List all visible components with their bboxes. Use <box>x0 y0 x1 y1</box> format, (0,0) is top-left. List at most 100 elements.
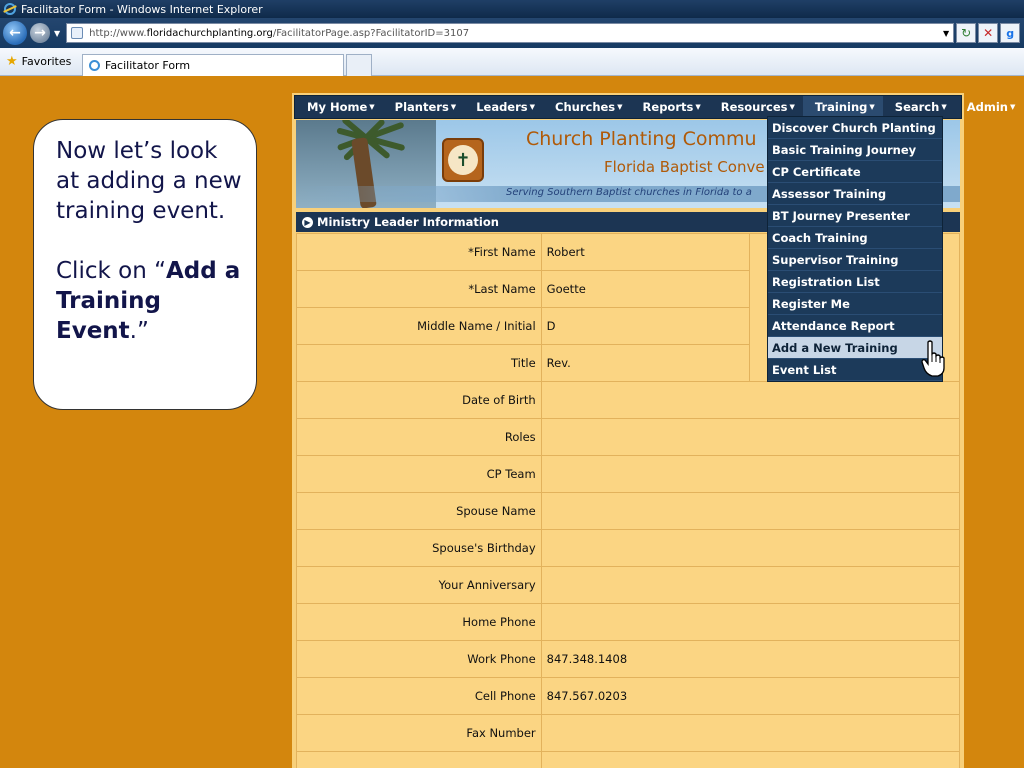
menu-resources[interactable]: Resources ▼ <box>709 96 803 118</box>
form-row: Roles <box>296 418 961 456</box>
form-row: Spouse's Birthday <box>296 529 961 567</box>
form-row: Work Phone 847.348.1408 <box>296 640 961 678</box>
banner-subtitle: Florida Baptist Conve <box>604 158 765 176</box>
form-row: Home Phone <box>296 603 961 641</box>
field-label: Title <box>296 344 542 382</box>
tab-ie-icon <box>89 59 100 71</box>
field-value <box>540 566 961 604</box>
field-label: *First Name <box>296 233 542 271</box>
training-menu-item[interactable]: Basic Training Journey <box>768 139 942 161</box>
url-path: /FacilitatorPage.asp?FacilitatorID=3107 <box>272 27 470 39</box>
address-bar: ← → ▼ http://www. floridachurchplanting.o… <box>0 18 1024 48</box>
caret-icon: ▼ <box>450 103 457 111</box>
menu-reports[interactable]: Reports ▼ <box>631 96 709 118</box>
menu-search[interactable]: Search ▼ <box>883 96 955 118</box>
training-menu-item[interactable]: Assessor Training <box>768 183 942 205</box>
training-menu-item[interactable]: Add a New Training <box>768 337 942 359</box>
field-value <box>540 714 961 752</box>
field-value <box>540 418 961 456</box>
form-row: Date of Birth <box>296 381 961 419</box>
field-value <box>540 381 961 419</box>
recent-pages-dropdown[interactable]: ▼ <box>54 29 60 38</box>
training-menu-item[interactable]: Event List <box>768 359 942 381</box>
window-title: Facilitator Form - Windows Internet Expl… <box>21 2 263 16</box>
callout-text-1: Now let’s look at adding a new training … <box>56 138 242 224</box>
field-value: Goette <box>540 270 751 308</box>
favorites-bar: ★ Favorites Facilitator Form <box>0 48 1024 76</box>
field-value <box>540 455 961 493</box>
star-icon: ★ <box>6 54 18 69</box>
caret-icon: ▼ <box>1009 103 1016 111</box>
caret-icon: ▼ <box>869 103 875 111</box>
field-label: Cell Phone <box>296 677 542 715</box>
field-label: Your Anniversary <box>296 566 542 604</box>
training-menu-item[interactable]: Registration List <box>768 271 942 293</box>
field-label <box>296 751 542 768</box>
field-label: Spouse Name <box>296 492 542 530</box>
training-menu-item[interactable]: Supervisor Training <box>768 249 942 271</box>
menu-my-home[interactable]: My Home ▼ <box>295 96 383 118</box>
training-menu-item[interactable]: Discover Church Planting <box>768 117 942 139</box>
browser-tab[interactable]: Facilitator Form <box>82 53 344 76</box>
field-value <box>540 751 961 768</box>
training-menu-item[interactable]: Attendance Report <box>768 315 942 337</box>
forward-button[interactable]: → <box>30 23 50 43</box>
menu-leaders[interactable]: Leaders ▼ <box>464 96 543 118</box>
url-dropdown-icon[interactable]: ▼ <box>943 29 949 38</box>
training-menu-item[interactable]: BT Journey Presenter <box>768 205 942 227</box>
field-label: Work Phone <box>296 640 542 678</box>
field-value <box>540 492 961 530</box>
url-input[interactable]: http://www. floridachurchplanting.org/Fac… <box>66 23 955 43</box>
form-row: Fax Number <box>296 714 961 752</box>
field-value: Rev. <box>540 344 751 382</box>
page-icon <box>71 27 84 39</box>
field-value <box>540 529 961 567</box>
favorites-label: Favorites <box>21 55 72 68</box>
field-value: 847.567.0203 <box>540 677 961 715</box>
form-row: CP Team <box>296 455 961 493</box>
menu-admin[interactable]: Admin ▼ <box>955 96 1024 118</box>
form-row: Your Anniversary <box>296 566 961 604</box>
caret-icon: ▼ <box>369 103 375 111</box>
caret-icon: ▼ <box>529 103 536 111</box>
menu-training[interactable]: Training ▼ <box>802 96 883 118</box>
field-value <box>540 603 961 641</box>
back-button[interactable]: ← <box>3 21 27 45</box>
section-title: Ministry Leader Information <box>317 215 499 229</box>
url-domain: floridachurchplanting.org <box>146 27 273 39</box>
field-value: Robert <box>540 233 751 271</box>
caret-icon: ▼ <box>941 103 947 111</box>
field-label: *Last Name <box>296 270 542 308</box>
new-tab-button[interactable] <box>346 53 372 76</box>
training-menu-item[interactable]: CP Certificate <box>768 161 942 183</box>
collapse-icon[interactable]: ▶ <box>302 216 313 228</box>
field-label: Fax Number <box>296 714 542 752</box>
caret-icon: ▼ <box>695 103 701 111</box>
training-menu-item[interactable]: Register Me <box>768 293 942 315</box>
favorites-button[interactable]: ★ Favorites <box>0 54 82 69</box>
callout-text-2: Click on “Add a Training Event.” <box>56 258 241 344</box>
refresh-button[interactable]: ↻ <box>956 23 977 43</box>
instruction-callout: Now let’s look at adding a new training … <box>33 119 257 410</box>
menu-planters[interactable]: Planters ▼ <box>383 96 465 118</box>
window-titlebar: Facilitator Form - Windows Internet Expl… <box>0 0 1024 18</box>
field-label: Roles <box>296 418 542 456</box>
banner-title: Church Planting Commu <box>526 128 757 150</box>
menu-churches[interactable]: Churches ▼ <box>543 96 631 118</box>
banner-tagline: Serving Southern Baptist churches in Flo… <box>506 187 752 198</box>
field-label: Middle Name / Initial <box>296 307 542 345</box>
field-label: CP Team <box>296 455 542 493</box>
form-row: Spouse Name <box>296 492 961 530</box>
hand-cursor-icon <box>921 340 945 377</box>
caret-icon: ▼ <box>617 103 623 111</box>
field-value: 847.348.1408 <box>540 640 961 678</box>
url-prefix: http://www. <box>89 27 147 39</box>
tab-title: Facilitator Form <box>105 58 191 72</box>
search-provider-icon[interactable]: g <box>1000 23 1021 43</box>
training-menu-item[interactable]: Coach Training <box>768 227 942 249</box>
stop-button[interactable]: ✕ <box>978 23 999 43</box>
training-dropdown-menu: Discover Church Planting Basic Training J… <box>767 116 943 382</box>
internet-explorer-icon <box>4 3 16 15</box>
field-label: Home Phone <box>296 603 542 641</box>
caret-icon: ▼ <box>789 103 795 111</box>
